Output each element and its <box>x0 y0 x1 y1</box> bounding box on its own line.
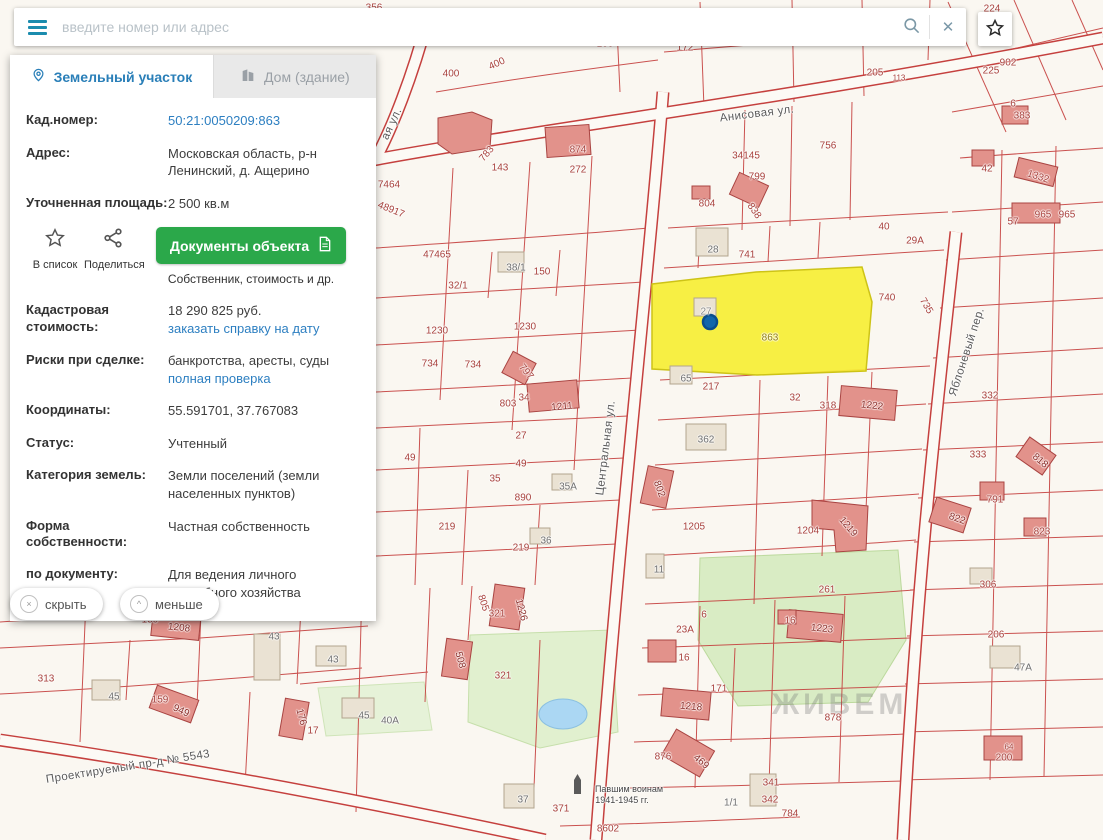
selected-parcel[interactable] <box>652 267 872 375</box>
cadastral-number-link[interactable]: 50:21:0050209:863 <box>168 112 280 130</box>
field-label: по документу: <box>26 566 168 583</box>
documents-subtitle: Собственник, стоимость и др. <box>142 272 360 286</box>
share-icon <box>102 236 124 253</box>
collapse-panel-button[interactable]: ^ меньше <box>120 588 219 620</box>
address-value: Московская область, р-н Ленинский, д. Ащ… <box>168 145 360 180</box>
object-documents-button[interactable]: Документы объекта <box>156 227 346 264</box>
close-search-button[interactable]: ✕ <box>930 8 966 46</box>
building-icon <box>240 67 256 86</box>
full-check-link[interactable]: полная проверка <box>168 370 271 388</box>
area-value: 2 500 кв.м <box>168 195 229 213</box>
close-circle-icon: × <box>20 595 38 613</box>
field-row: Риски при сделке: банкротства, аресты, с… <box>26 352 360 387</box>
field-row: Уточненная площадь: 2 500 кв.м <box>26 195 360 213</box>
less-label: меньше <box>155 597 203 612</box>
tab-land-parcel[interactable]: Земельный участок <box>10 55 213 98</box>
documents-button-label: Документы объекта <box>170 238 309 254</box>
hamburger-icon <box>28 32 47 35</box>
location-pin-icon <box>31 66 46 87</box>
field-row: Адрес: Московская область, р-н Ленинский… <box>26 145 360 180</box>
field-row: Категория земель: Земли поселений (земли… <box>26 467 360 502</box>
search-bar: ✕ <box>14 8 966 46</box>
add-to-list-label: В список <box>26 259 84 271</box>
field-row: Кадастровая стоимость: 18 290 825 руб. з… <box>26 302 360 337</box>
panel-body: Кад.номер: 50:21:0050209:863 Адрес: Моск… <box>10 98 376 621</box>
field-label: Статус: <box>26 435 168 452</box>
star-icon <box>985 18 1005 41</box>
menu-button[interactable] <box>14 8 60 46</box>
tab-building[interactable]: Дом (здание) <box>213 55 376 98</box>
land-category-value: Земли поселений (земли населенных пункто… <box>168 467 360 502</box>
field-label: Кад.номер: <box>26 112 168 129</box>
favorites-button[interactable] <box>978 12 1012 46</box>
hide-panel-button[interactable]: × скрыть <box>10 588 103 620</box>
document-icon <box>318 236 332 255</box>
share-button[interactable]: Поделиться <box>84 227 142 271</box>
search-button[interactable] <box>893 8 929 46</box>
ownership-value: Частная собственность <box>168 518 310 536</box>
cadastral-map-app: 3562241721004004002051139022256383756341… <box>0 0 1103 840</box>
field-label: Форма собственности: <box>26 518 168 552</box>
field-label: Координаты: <box>26 402 168 419</box>
hamburger-icon <box>28 20 47 23</box>
star-outline-icon <box>44 236 66 253</box>
risks-value: банкротства, аресты, суды <box>168 353 329 368</box>
field-label: Риски при сделке: <box>26 352 168 369</box>
hamburger-icon <box>28 26 47 29</box>
panel-tabs: Земельный участок Дом (здание) <box>10 55 376 98</box>
field-label: Кадастровая стоимость: <box>26 302 168 336</box>
status-value: Учтенный <box>168 435 227 453</box>
tab-label: Земельный участок <box>54 69 193 85</box>
close-icon: ✕ <box>942 18 955 36</box>
field-row: Статус: Учтенный <box>26 435 360 453</box>
order-certificate-link[interactable]: заказать справку на дату <box>168 320 320 338</box>
field-label: Уточненная площадь: <box>26 195 168 212</box>
coordinates-value: 55.591701, 37.767083 <box>168 402 298 420</box>
search-icon <box>902 16 921 38</box>
add-to-list-button[interactable]: В список <box>26 227 84 271</box>
field-row: Форма собственности: Частная собственнос… <box>26 518 360 552</box>
chevron-up-icon: ^ <box>130 595 148 613</box>
actions-row: В список Поделиться Документы объекта <box>26 227 360 286</box>
pond <box>539 699 587 729</box>
watermark: ЖИВЕМ <box>772 688 907 722</box>
location-marker <box>703 315 717 329</box>
hide-label: скрыть <box>45 597 87 612</box>
field-row: Кад.номер: 50:21:0050209:863 <box>26 112 360 130</box>
search-input[interactable] <box>60 18 893 36</box>
field-label: Адрес: <box>26 145 168 162</box>
field-row: Координаты: 55.591701, 37.767083 <box>26 402 360 420</box>
cadastral-cost-value: 18 290 825 руб. <box>168 303 261 318</box>
share-label: Поделиться <box>84 259 142 271</box>
object-info-panel: Земельный участок Дом (здание) Кад.номер… <box>10 55 376 621</box>
field-label: Категория земель: <box>26 467 168 484</box>
tab-label: Дом (здание) <box>264 69 350 85</box>
